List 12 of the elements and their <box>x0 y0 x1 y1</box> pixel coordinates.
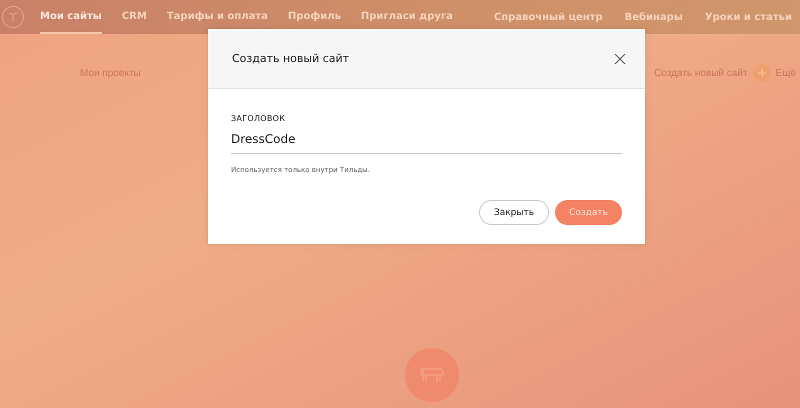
nav-link[interactable]: Справочный центр <box>494 12 603 22</box>
dialog-title: Создать новый сайт <box>232 52 350 65</box>
nav-tab[interactable]: Мои сайты <box>40 0 102 34</box>
nav-tab[interactable]: CRM <box>122 0 147 34</box>
create-button[interactable]: Создать <box>555 200 622 225</box>
plus-icon[interactable] <box>752 64 771 82</box>
close-icon[interactable] <box>613 52 627 66</box>
nav-link[interactable]: Вебинары <box>624 12 683 22</box>
field-label: ЗАГОЛОВОК <box>231 114 286 123</box>
logo-icon[interactable] <box>2 6 24 28</box>
nav-link[interactable]: Уроки и статьи <box>704 12 792 22</box>
close-button[interactable]: Закрыть <box>479 200 549 225</box>
